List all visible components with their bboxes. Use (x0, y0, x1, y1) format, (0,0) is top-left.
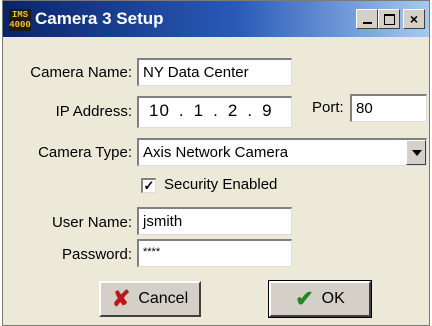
ip-dot: . (213, 101, 219, 120)
security-enabled-label: Security Enabled (164, 176, 278, 193)
port-label: Port: (312, 99, 344, 116)
ip-octet-3[interactable]: 2 (228, 101, 238, 121)
ims-app-icon: IMS 4000 (9, 9, 31, 31)
dropdown-arrow-icon[interactable] (406, 140, 426, 165)
minimize-button[interactable] (356, 9, 378, 29)
cancel-x-icon: ✘ (111, 286, 131, 311)
camera-type-select[interactable]: Axis Network Camera (137, 138, 427, 166)
user-name-field[interactable]: jsmith (137, 207, 292, 235)
password-label: Password: (61, 246, 132, 263)
camera-type-label: Camera Type: (38, 144, 132, 161)
ip-octet-4[interactable]: 9 (262, 101, 272, 121)
title-bar[interactable]: IMS 4000 Camera 3 Setup × (3, 1, 429, 37)
port-field[interactable]: 80 (350, 94, 427, 122)
close-icon: × (409, 11, 419, 27)
camera-name-label: Camera Name: (30, 64, 132, 81)
ip-address-label: IP Address: (55, 103, 132, 120)
security-enabled-checkbox[interactable]: ✓ (141, 178, 156, 193)
window-title: Camera 3 Setup (35, 9, 164, 28)
ip-octet-1[interactable]: 10 (149, 101, 170, 121)
ip-dot: . (247, 101, 254, 120)
camera-setup-dialog: IMS 4000 Camera 3 Setup × Camera Name: N… (2, 0, 430, 326)
ok-checkmark-icon: ✔ (295, 286, 314, 311)
cancel-button[interactable]: ✘ Cancel (99, 281, 201, 317)
cancel-button-label: Cancel (138, 290, 189, 307)
minimize-icon (362, 22, 372, 24)
ok-button-label: OK (321, 290, 345, 307)
maximize-button[interactable] (378, 9, 400, 29)
ip-dot: . (178, 101, 185, 120)
user-name-label: User Name: (51, 214, 132, 231)
password-field[interactable]: **** (137, 239, 292, 267)
ip-octet-2[interactable]: 1 (194, 101, 204, 121)
ip-address-field[interactable]: 10. 1. 2. 9 (137, 96, 292, 128)
ok-button[interactable]: ✔ OK (268, 280, 372, 318)
camera-name-field[interactable]: NY Data Center (137, 58, 292, 86)
maximize-icon (383, 14, 395, 25)
camera-type-value: Axis Network Camera (143, 144, 289, 161)
close-button[interactable]: × (403, 9, 425, 29)
